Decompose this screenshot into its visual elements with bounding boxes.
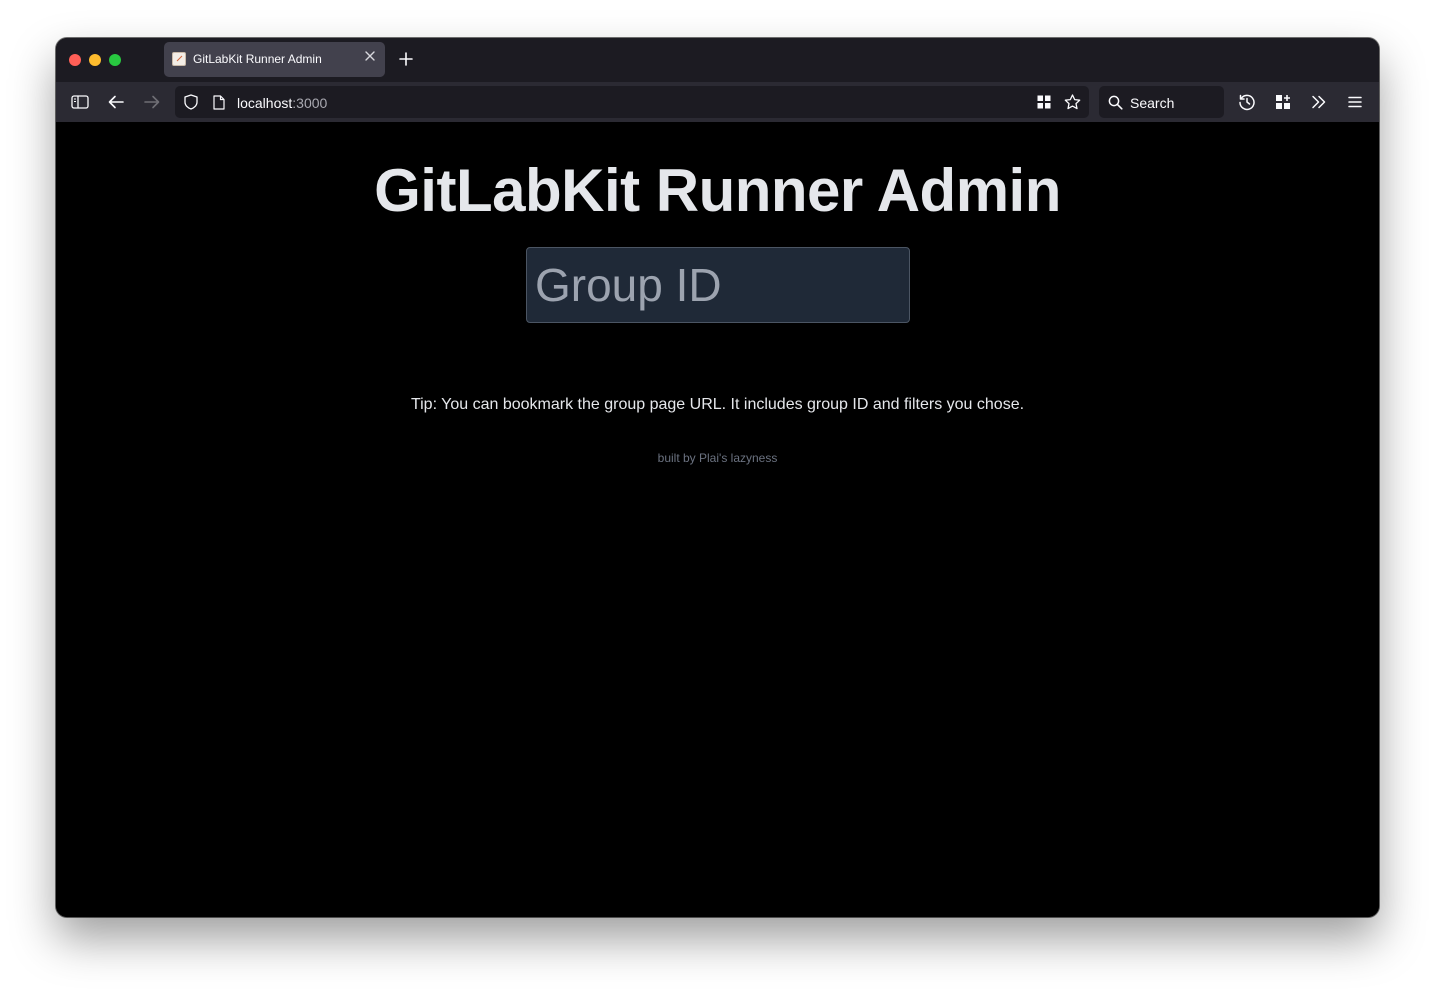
star-icon[interactable] xyxy=(1062,92,1082,112)
url-port: :3000 xyxy=(292,95,328,111)
forward-arrow-icon[interactable] xyxy=(142,92,162,112)
search-box[interactable]: Search xyxy=(1099,86,1224,118)
sidebar-icon[interactable] xyxy=(70,92,90,112)
page-title: GitLabKit Runner Admin xyxy=(374,157,1061,224)
close-icon[interactable] xyxy=(362,50,378,66)
window-maximize-button[interactable] xyxy=(109,54,121,66)
tab-title: GitLabKit Runner Admin xyxy=(193,52,322,66)
search-icon xyxy=(1105,92,1125,112)
footer-text: built by Plai's lazyness xyxy=(657,451,778,465)
search-label: Search xyxy=(1130,95,1175,111)
shield-icon[interactable] xyxy=(181,92,201,112)
tab-bar: GitLabKit Runner Admin xyxy=(56,38,1379,82)
navigation-toolbar: localhost:3000 Search xyxy=(56,82,1379,122)
page-content: GitLabKit Runner Admin Tip: You can book… xyxy=(56,122,1379,917)
chevron-double-right-icon[interactable] xyxy=(1309,92,1329,112)
window-close-button[interactable] xyxy=(69,54,81,66)
url-text[interactable]: localhost:3000 xyxy=(237,95,327,111)
url-bar[interactable]: localhost:3000 xyxy=(175,86,1089,118)
url-host: localhost xyxy=(237,95,293,111)
page-icon[interactable] xyxy=(209,92,229,112)
window-minimize-button[interactable] xyxy=(89,54,101,66)
extensions-icon[interactable] xyxy=(1273,92,1293,112)
group-id-input[interactable] xyxy=(526,247,910,323)
back-arrow-icon[interactable] xyxy=(106,92,126,112)
browser-window: GitLabKit Runner Admin localhost:3000 Se… xyxy=(56,38,1379,917)
browser-tab[interactable]: GitLabKit Runner Admin xyxy=(164,42,385,77)
plus-icon[interactable] xyxy=(396,50,416,70)
tip-text: Tip: You can bookmark the group page URL… xyxy=(410,396,1025,413)
grid-icon[interactable] xyxy=(1034,92,1054,112)
app-favicon-icon xyxy=(172,52,186,66)
history-icon[interactable] xyxy=(1237,92,1257,112)
hamburger-menu-icon[interactable] xyxy=(1345,92,1365,112)
